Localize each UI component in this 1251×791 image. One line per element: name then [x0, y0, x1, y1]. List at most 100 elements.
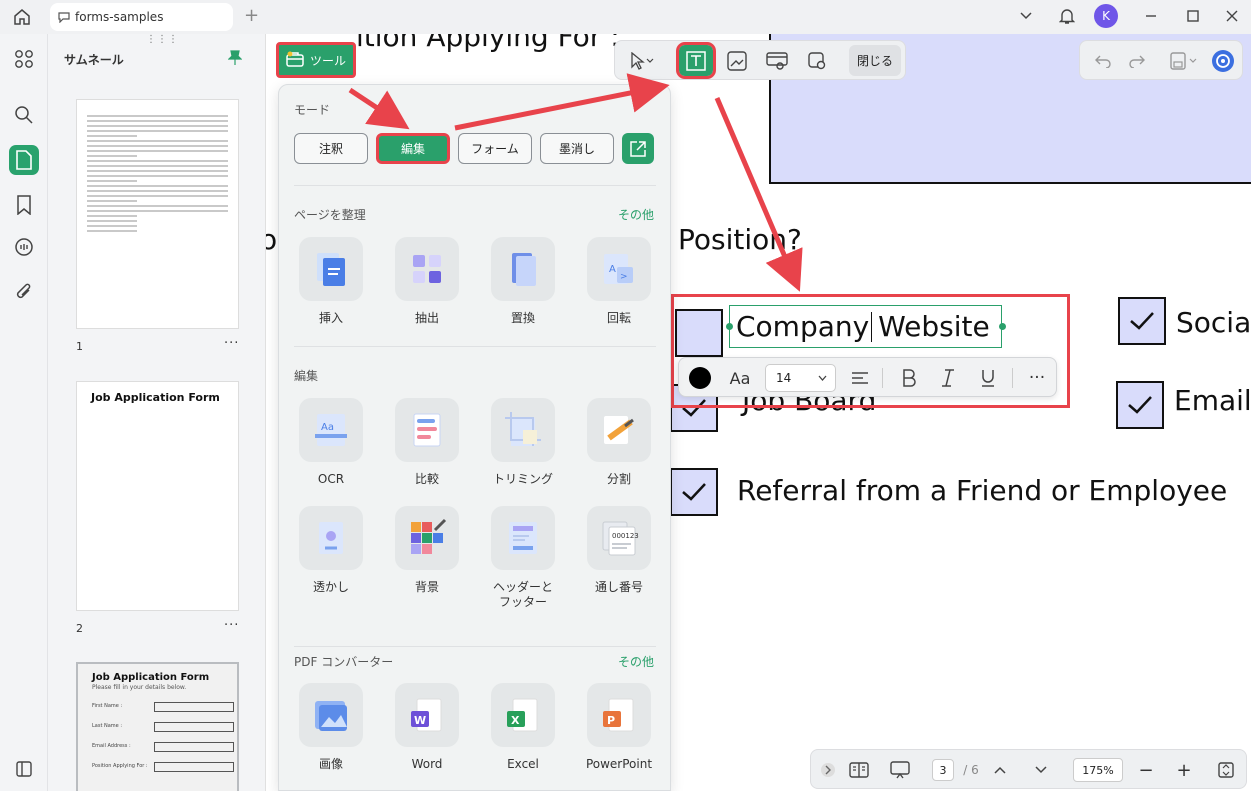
mode-redact-button[interactable]: 墨消し	[540, 133, 614, 164]
tool-watermark[interactable]: 透かし	[298, 506, 364, 595]
font-size-select[interactable]: 14	[765, 364, 836, 392]
presentation-icon[interactable]	[887, 750, 913, 790]
add-text-tool-icon[interactable]	[676, 42, 716, 79]
align-icon[interactable]	[847, 358, 873, 398]
thumbnail-panel: ⋮⋮⋮ サムネール 1 ··· Job Application Form 2 ·…	[48, 34, 266, 791]
editing-textbox[interactable]: Company Website	[729, 305, 1002, 348]
svg-text:W: W	[414, 714, 426, 727]
more-options-icon[interactable]: ···	[224, 618, 239, 633]
mode-edit-button[interactable]: 編集	[376, 133, 450, 164]
comments-icon[interactable]	[9, 232, 39, 262]
more-options-icon[interactable]: ···	[224, 336, 239, 351]
checkbox-email[interactable]	[1116, 381, 1164, 429]
add-image-tool-icon[interactable]	[720, 45, 754, 76]
page-number-input[interactable]: 3	[932, 759, 954, 781]
new-tab-icon[interactable]: +	[244, 5, 259, 26]
search-icon[interactable]	[9, 100, 39, 130]
drag-handle-icon[interactable]: ⋮⋮⋮	[146, 34, 179, 45]
mode-annotate-button[interactable]: 注釈	[294, 133, 368, 164]
expand-icon[interactable]	[819, 750, 837, 790]
grid-icon[interactable]	[9, 44, 39, 74]
select-tool-icon[interactable]	[621, 45, 663, 76]
bell-icon[interactable]	[1054, 5, 1080, 27]
underline-icon[interactable]	[976, 358, 1000, 398]
avatar[interactable]: K	[1094, 4, 1118, 28]
tool-label: 背景	[414, 580, 439, 594]
thumbnail-page-icon[interactable]	[9, 145, 39, 175]
more-icon[interactable]: ···	[1025, 358, 1049, 398]
tool-bates-number[interactable]: 000123 通し番号	[586, 506, 652, 595]
tools-button[interactable]: ツール	[276, 42, 356, 78]
pin-icon[interactable]	[227, 50, 243, 70]
page-layout-icon[interactable]	[847, 750, 871, 790]
document-tab[interactable]: forms-samples	[50, 3, 233, 31]
close-window-icon[interactable]	[1219, 5, 1245, 27]
fit-page-icon[interactable]	[1215, 750, 1237, 790]
tool-extract[interactable]: 抽出	[394, 237, 460, 326]
attachment-icon[interactable]	[9, 277, 39, 307]
italic-icon[interactable]	[936, 358, 960, 398]
external-link-icon[interactable]	[622, 133, 654, 164]
tool-to-excel[interactable]: X Excel	[490, 683, 556, 772]
organize-more-link[interactable]: その他	[618, 206, 654, 223]
bookmark-icon[interactable]	[9, 190, 39, 220]
svg-text:>: >	[620, 272, 628, 282]
resize-handle[interactable]	[999, 323, 1006, 330]
mode-form-button[interactable]: フォーム	[458, 133, 532, 164]
font-family-button[interactable]: Aa	[723, 358, 757, 398]
checkbox-referral[interactable]	[670, 468, 718, 516]
tool-to-word[interactable]: W Word	[394, 683, 460, 772]
tool-label: トリミング	[492, 472, 553, 486]
zoom-out-icon[interactable]: −	[1135, 750, 1157, 790]
tool-replace[interactable]: 置換	[490, 237, 556, 326]
redo-icon[interactable]	[1120, 45, 1154, 76]
sidebar-toggle-icon[interactable]	[9, 754, 39, 784]
resize-handle[interactable]	[726, 323, 733, 330]
close-edit-button[interactable]: 閉じる	[849, 45, 901, 76]
tool-label: PowerPoint	[585, 757, 653, 771]
bold-icon[interactable]	[897, 358, 921, 398]
minimize-icon[interactable]	[1138, 5, 1164, 27]
tool-to-powerpoint[interactable]: P PowerPoint	[586, 683, 652, 772]
svg-text:P: P	[607, 714, 615, 727]
page-number: 1	[76, 340, 83, 353]
page-thumbnail[interactable]: Job Application Form	[76, 381, 239, 611]
tool-split[interactable]: 分割	[586, 398, 652, 487]
page-total: / 6	[963, 763, 979, 777]
next-page-icon[interactable]	[1030, 750, 1052, 790]
checkbox-social[interactable]	[1118, 297, 1166, 345]
powerpoint-icon: P	[587, 683, 651, 747]
tool-label: ヘッダーと フッター	[492, 580, 553, 609]
tool-to-image[interactable]: 画像	[298, 683, 364, 772]
svg-text:X: X	[511, 714, 520, 727]
toolbox-icon	[286, 51, 304, 70]
ai-assistant-icon[interactable]	[1208, 45, 1238, 76]
tool-compare[interactable]: 比較	[394, 398, 460, 487]
add-shape-tool-icon[interactable]	[800, 45, 834, 76]
undo-icon[interactable]	[1086, 45, 1120, 76]
tool-background[interactable]: 背景	[394, 506, 460, 595]
tool-label: Excel	[507, 757, 539, 771]
thumbnail-heading: Job Application Form	[91, 391, 220, 404]
text-color-swatch[interactable]	[687, 358, 713, 398]
prev-page-icon[interactable]	[989, 750, 1011, 790]
thumbnail-panel-title: サムネール	[64, 53, 124, 67]
tool-header-footer[interactable]: ヘッダーと フッター	[490, 506, 556, 610]
chevron-down-icon[interactable]	[1013, 5, 1039, 27]
tool-insert[interactable]: 挿入	[298, 237, 364, 326]
zoom-in-icon[interactable]: +	[1173, 750, 1195, 790]
convert-more-link[interactable]: その他	[618, 653, 654, 670]
replace-icon	[491, 237, 555, 301]
tool-crop[interactable]: トリミング	[490, 398, 556, 487]
extract-icon	[395, 237, 459, 301]
thumbnail-subtitle: Please fill in your details below.	[92, 684, 187, 691]
home-icon[interactable]	[10, 6, 34, 28]
tool-ocr[interactable]: Aa OCR	[298, 398, 364, 487]
maximize-icon[interactable]	[1180, 5, 1206, 27]
add-link-tool-icon[interactable]	[760, 45, 794, 76]
page-thumbnail[interactable]	[76, 99, 239, 329]
save-icon[interactable]	[1164, 45, 1204, 76]
zoom-level[interactable]: 175%	[1073, 758, 1123, 782]
tool-rotate[interactable]: A > 回転	[586, 237, 652, 326]
page-thumbnail-selected[interactable]: Job Application Form Please fill in your…	[76, 662, 239, 791]
